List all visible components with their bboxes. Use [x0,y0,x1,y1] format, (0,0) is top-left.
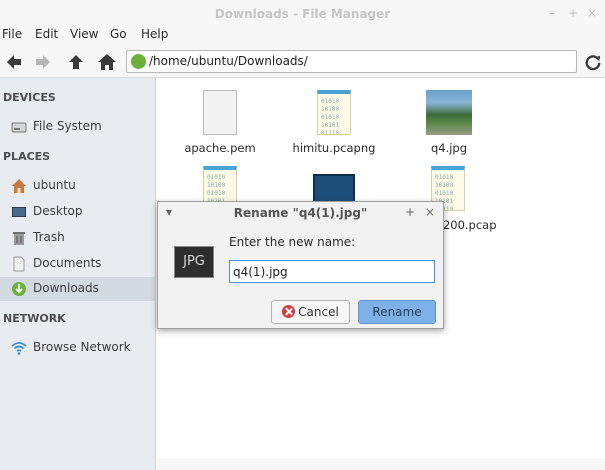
document-icon [203,90,237,135]
dialog-close-button[interactable]: × [425,205,435,219]
sidebar-item-label: Browse Network [33,340,131,354]
rename-prompt: Enter the new name: [229,235,356,249]
jpg-file-icon-label: JPG [183,254,205,269]
drive-icon [11,122,27,133]
sidebar-item-label: ubuntu [33,178,76,192]
sidebar-section-devices: DEVICES [3,91,56,104]
dialog-title: Rename "q4(1).jpg" [233,206,368,220]
toolbar: /home/ubuntu/Downloads/ [0,46,605,78]
sidebar-section-network: NETWORK [3,312,66,325]
statusbar [157,458,605,470]
menu-view[interactable]: View [70,27,98,41]
sidebar-item-documents[interactable]: Documents [0,252,155,276]
dialog-maximize-button[interactable]: + [405,205,415,219]
rename-button[interactable]: Rename [358,300,436,324]
sidebar-item-label: File System [33,119,102,133]
menu-help[interactable]: Help [141,27,168,41]
sidebar-item-label: Trash [33,230,65,244]
sidebar-item-browse-network[interactable]: Browse Network [0,336,155,360]
close-button[interactable]: × [587,6,597,20]
jpg-file-icon: JPG [174,246,214,278]
new-name-input[interactable] [229,260,435,283]
documents-icon [13,256,25,272]
file-name: g.200.pcap [432,218,497,232]
home-icon[interactable] [97,52,117,72]
sidebar-item-desktop[interactable]: Desktop [0,200,155,224]
menubar: File Edit View Go Help [0,26,605,46]
desktop-icon [12,207,26,217]
rename-dialog: ▾ Rename "q4(1).jpg" + × JPG Enter the n… [157,201,444,329]
maximize-button[interactable]: + [568,6,578,20]
sidebar-item-label: Downloads [33,281,99,295]
trash-icon [13,232,25,245]
dialog-titlebar: ▾ Rename "q4(1).jpg" + × [158,202,443,224]
sidebar-item-file-system[interactable]: File System [0,115,155,139]
up-arrow-icon[interactable] [66,52,86,72]
sidebar-item-ubuntu[interactable]: ubuntu [0,174,155,198]
location-bar[interactable]: /home/ubuntu/Downloads/ [126,50,577,73]
minimize-button[interactable]: – [549,6,555,20]
sidebar: DEVICES File System PLACES ubuntu Deskto… [0,78,156,470]
image-thumbnail [426,90,472,135]
location-path: /home/ubuntu/Downloads/ [149,54,308,68]
sidebar-item-trash[interactable]: Trash [0,226,155,250]
pcap-icon: 0101010100010101010101110 [317,90,351,135]
file-name: himitu.pcapng [292,141,376,155]
cancel-button-label: Cancel [298,305,339,319]
sidebar-item-downloads[interactable]: Downloads [0,277,155,301]
window-titlebar: Downloads - File Manager – + × [0,0,605,26]
back-arrow-icon[interactable] [4,52,24,72]
sidebar-section-places: PLACES [3,150,51,163]
menu-go[interactable]: Go [110,27,127,41]
forward-arrow-icon[interactable] [33,52,53,72]
downloads-location-icon [131,54,146,69]
file-name: apache.pem [184,141,256,155]
home-icon [12,179,26,193]
menu-file[interactable]: File [2,27,22,41]
sidebar-item-label: Desktop [33,204,83,218]
cancel-button[interactable]: Cancel [271,300,350,324]
window-title: Downloads - File Manager [214,7,391,21]
menu-edit[interactable]: Edit [35,27,58,41]
refresh-icon[interactable] [584,53,602,71]
cancel-icon [282,305,296,318]
downloads-icon [12,282,26,296]
wifi-icon [11,342,27,355]
file-name: q4.jpg [430,141,468,155]
sidebar-item-label: Documents [33,256,102,270]
